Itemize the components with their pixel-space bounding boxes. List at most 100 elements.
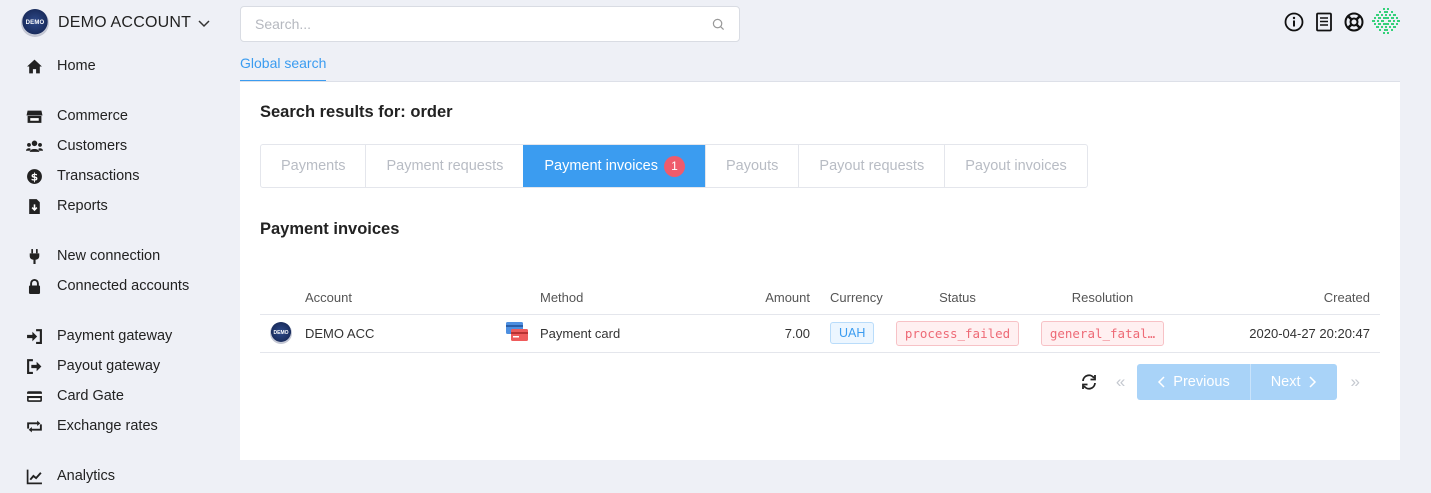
col-status: Status <box>885 282 1030 315</box>
sidebar-item-customers[interactable]: Customers <box>26 135 127 157</box>
tab-label: Payment requests <box>386 158 504 174</box>
search-input[interactable] <box>255 16 712 32</box>
lock-icon <box>28 278 41 294</box>
invoices-table: Account Method Amount Currency Status Re… <box>260 282 1380 353</box>
sidebar-item-label: Payment gateway <box>57 328 173 344</box>
sidebar-item-analytics[interactable]: Analytics <box>26 465 115 487</box>
svg-text:$: $ <box>31 170 38 183</box>
tab-label: Payout requests <box>819 158 925 174</box>
refresh-icon[interactable] <box>1080 373 1098 391</box>
plug-icon <box>29 248 40 264</box>
exchange-icon <box>27 420 42 432</box>
sidebar-item-payout-gateway[interactable]: Payout gateway <box>26 355 160 377</box>
sidebar-item-label: Connected accounts <box>57 278 190 294</box>
next-button[interactable]: Next <box>1250 364 1337 400</box>
home-icon <box>27 59 42 73</box>
chevron-right-icon <box>1309 376 1316 388</box>
cell-amount: 7.00 <box>715 314 810 353</box>
payment-card-icon <box>506 321 528 341</box>
tab-global-search[interactable]: Global search <box>240 53 327 82</box>
credit-card-icon <box>27 390 42 402</box>
account-switcher[interactable]: DEMO DEMO ACCOUNT <box>21 9 211 37</box>
sidebar-item-connected-accounts[interactable]: Connected accounts <box>26 275 189 297</box>
sidebar-item-label: Home <box>57 58 96 74</box>
sidebar-item-commerce[interactable]: Commerce <box>26 105 128 127</box>
sidebar-item-label: Card Gate <box>57 388 124 404</box>
section-title: Payment invoices <box>260 220 400 238</box>
results-card: Search results for: order Payments Payme… <box>240 82 1400 460</box>
sidebar-item-exchange-rates[interactable]: Exchange rates <box>26 415 158 437</box>
sign-out-icon <box>27 358 42 374</box>
sidebar-item-label: Analytics <box>57 468 116 484</box>
sidebar-item-label: Reports <box>57 198 108 214</box>
sidebar-item-label: Payout gateway <box>57 358 161 374</box>
col-currency: Currency <box>810 282 885 315</box>
next-label: Next <box>1270 374 1301 390</box>
col-account-logo <box>260 282 305 315</box>
col-method-logo <box>505 282 540 315</box>
tab-payment-invoices[interactable]: Payment invoices 1 <box>523 145 705 187</box>
col-amount: Amount <box>715 282 810 315</box>
tab-payout-requests[interactable]: Payout requests <box>798 145 944 187</box>
cell-account-logo: DEMO <box>260 314 305 353</box>
previous-button[interactable]: Previous <box>1137 364 1251 400</box>
sign-in-icon <box>27 328 42 344</box>
chart-line-icon <box>26 469 42 484</box>
tab-label: Payment invoices <box>544 158 658 174</box>
sidebar-item-payment-gateway[interactable]: Payment gateway <box>26 325 172 347</box>
search-icon[interactable] <box>712 18 725 31</box>
sidebar-item-label: New connection <box>57 248 161 264</box>
info-icon <box>1284 12 1304 32</box>
cell-method: Payment card <box>540 314 715 353</box>
col-method: Method <box>540 282 715 315</box>
docs-button[interactable] <box>1313 11 1335 33</box>
col-resolution: Resolution <box>1030 282 1175 315</box>
sidebar-item-reports[interactable]: Reports <box>26 195 108 217</box>
sidebar: DEMO DEMO ACCOUNT Home Commerce Customer… <box>0 0 230 493</box>
sidebar-item-home[interactable]: Home <box>26 55 96 77</box>
result-type-tabs: Payments Payment requests Payment invoic… <box>260 144 1088 188</box>
sidebar-item-card-gate[interactable]: Card Gate <box>26 385 124 407</box>
count-badge: 1 <box>664 155 685 177</box>
status-badge: process_failed <box>895 320 1020 346</box>
user-avatar-icon[interactable] <box>1371 7 1401 37</box>
chevron-down-icon <box>198 20 210 28</box>
life-ring-icon <box>1344 12 1364 32</box>
first-page-button[interactable]: « <box>1116 372 1125 392</box>
account-logo-text: DEMO <box>273 330 289 336</box>
tab-label: Payments <box>281 158 346 174</box>
account-logo: DEMO <box>270 322 292 344</box>
tab-payments[interactable]: Payments <box>261 145 365 187</box>
tab-payment-requests[interactable]: Payment requests <box>365 145 523 187</box>
account-name: DEMO ACCOUNT <box>58 14 192 31</box>
sidebar-item-new-connection[interactable]: New connection <box>26 245 160 267</box>
info-button[interactable] <box>1283 11 1305 33</box>
account-logo-text: DEMO <box>25 20 45 26</box>
tab-payouts[interactable]: Payouts <box>705 145 798 187</box>
col-account: Account <box>305 282 505 315</box>
last-page-button[interactable]: » <box>1351 372 1360 392</box>
support-button[interactable] <box>1343 11 1365 33</box>
dollar-icon: $ <box>27 168 42 184</box>
col-created: Created <box>1175 282 1380 315</box>
cell-status: process_failed <box>885 314 1030 353</box>
cell-created: 2020-04-27 20:20:47 <box>1175 314 1380 353</box>
cell-account: DEMO ACC <box>305 314 505 353</box>
table-row[interactable]: DEMO DEMO ACC Payment card 7.00 UAH proc… <box>260 314 1380 353</box>
file-download-icon <box>29 198 40 214</box>
table-header-row: Account Method Amount Currency Status Re… <box>260 282 1380 315</box>
book-icon <box>1316 12 1332 32</box>
account-logo: DEMO <box>21 9 49 37</box>
users-icon <box>26 140 43 152</box>
cell-currency: UAH <box>810 314 885 353</box>
resolution-badge: general_fatal… <box>1040 320 1165 346</box>
tab-payout-invoices[interactable]: Payout invoices <box>944 145 1087 187</box>
sidebar-item-label: Exchange rates <box>57 418 158 434</box>
sidebar-item-transactions[interactable]: $ Transactions <box>26 165 139 187</box>
chevron-left-icon <box>1158 376 1165 388</box>
currency-tag: UAH <box>830 322 875 344</box>
header-actions <box>1275 7 1401 37</box>
sidebar-item-label: Commerce <box>57 108 128 124</box>
store-icon <box>26 110 43 123</box>
search-box[interactable] <box>240 6 740 42</box>
